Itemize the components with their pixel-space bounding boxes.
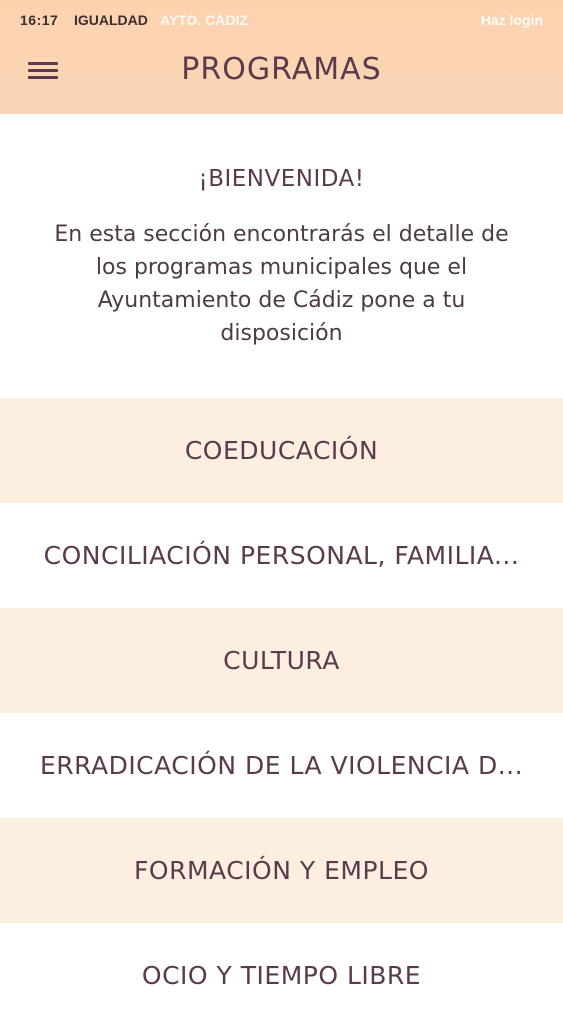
program-label: CONCILIACIÓN PERSONAL, FAMILIA...	[43, 541, 520, 570]
program-item-coeducacion[interactable]: COEDUCACIÓN	[0, 398, 563, 503]
program-label: FORMACIÓN Y EMPLEO	[134, 856, 429, 885]
program-item-formacion[interactable]: FORMACIÓN Y EMPLEO	[0, 818, 563, 923]
program-label: COEDUCACIÓN	[184, 436, 379, 465]
program-label: CULTURA	[223, 646, 340, 675]
page-title: PROGRAMAS	[181, 52, 382, 87]
app-header: 16:17 IGUALDAD AYTO. CÁDIZ Haz login PRO…	[0, 0, 563, 114]
login-link[interactable]: Haz login	[481, 12, 543, 28]
welcome-section: ¡BIENVENIDA! En esta sección encontrarás…	[0, 114, 563, 398]
program-item-ocio[interactable]: OCIO Y TIEMPO LIBRE	[0, 923, 563, 1028]
program-item-conciliacion[interactable]: CONCILIACIÓN PERSONAL, FAMILIA...	[0, 503, 563, 608]
welcome-text: En esta sección encontrarás el detalle d…	[54, 222, 509, 346]
program-item-erradicacion[interactable]: ERRADICACIÓN DE LA VIOLENCIA D...	[0, 713, 563, 818]
status-time: 16:17	[20, 12, 59, 28]
program-item-cultura[interactable]: CULTURA	[0, 608, 563, 713]
status-bar: 16:17 IGUALDAD AYTO. CÁDIZ Haz login	[0, 0, 563, 40]
program-label: ERRADICACIÓN DE LA VIOLENCIA D...	[39, 751, 524, 780]
status-app-name: IGUALDAD	[74, 12, 148, 28]
program-label: OCIO Y TIEMPO LIBRE	[141, 961, 422, 990]
program-list: COEDUCACIÓN CONCILIACIÓN PERSONAL, FAMIL…	[0, 398, 563, 1028]
status-org-name: AYTO. CÁDIZ	[160, 12, 248, 28]
welcome-title: ¡BIENVENIDA!	[198, 166, 365, 192]
